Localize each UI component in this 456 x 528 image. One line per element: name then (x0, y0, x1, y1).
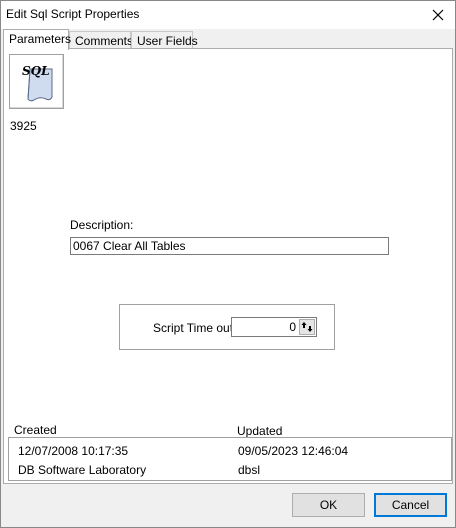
script-id: 3925 (10, 119, 37, 133)
timeout-value[interactable]: 0 (289, 320, 296, 334)
close-button[interactable] (421, 1, 455, 29)
sql-script-icon-frame: SQL (9, 54, 64, 109)
description-label: Description: (70, 218, 134, 232)
sql-script-icon: SQL (22, 64, 53, 102)
title-bar: Edit Sql Script Properties (1, 1, 455, 29)
created-date: 12/07/2008 10:17:35 (18, 444, 129, 458)
updated-label: Updated (237, 424, 283, 438)
tab-parameters[interactable]: Parameters (3, 29, 71, 50)
timeout-group: Script Time out: 0 (119, 304, 335, 350)
updated-date: 09/05/2023 12:46:04 (238, 444, 349, 458)
tab-user-fields[interactable]: User Fields (131, 31, 198, 49)
spin-updown-button[interactable] (299, 319, 315, 335)
created-label: Created (14, 423, 57, 437)
parameters-panel: SQL 3925 Description: 0067 Clear All Tab… (3, 48, 453, 484)
audit-info-box: 12/07/2008 10:17:35 09/05/2023 12:46:04 … (8, 437, 452, 481)
up-down-arrows-icon (301, 322, 313, 332)
dialog-window: Edit Sql Script Properties Parameters Co… (0, 0, 456, 528)
description-input[interactable]: 0067 Clear All Tables (70, 237, 389, 255)
timeout-spinner[interactable]: 0 (231, 317, 317, 337)
tab-comments[interactable]: Comments (69, 31, 133, 49)
window-title: Edit Sql Script Properties (6, 7, 140, 21)
ok-button[interactable]: OK (292, 493, 365, 517)
close-icon (432, 9, 444, 21)
cancel-button[interactable]: Cancel (374, 493, 447, 517)
sql-icon-text: SQL (22, 64, 50, 78)
updated-by: dbsl (238, 463, 261, 477)
created-by: DB Software Laboratory (18, 463, 147, 477)
timeout-label: Script Time out: (153, 321, 237, 335)
